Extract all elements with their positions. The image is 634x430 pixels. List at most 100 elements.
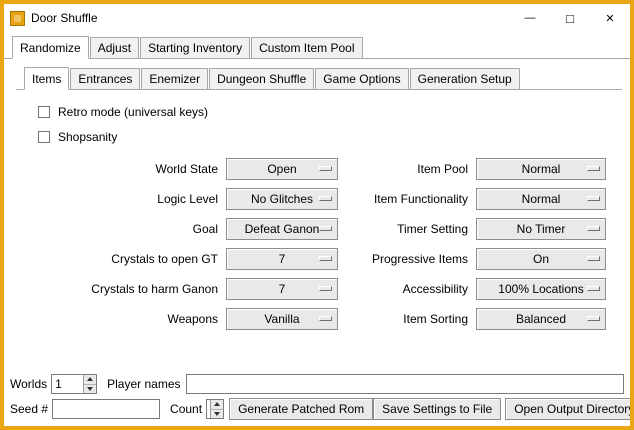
arrow-down-icon xyxy=(87,387,93,391)
weapons-dropdown[interactable]: Vanilla xyxy=(226,308,338,330)
dropdown-indicator-icon xyxy=(319,166,332,171)
tab-items[interactable]: Items xyxy=(24,67,69,90)
worlds-spinner-up[interactable] xyxy=(84,375,96,385)
item-sorting-label: Item Sorting xyxy=(346,312,468,326)
arrow-up-icon xyxy=(87,377,93,381)
item-sorting-value: Balanced xyxy=(516,312,566,326)
window-title: Door Shuffle xyxy=(31,11,98,25)
dropdown-indicator-icon xyxy=(319,196,332,201)
randomize-pane: Items Entrances Enemizer Dungeon Shuffle… xyxy=(16,67,622,334)
worlds-input[interactable] xyxy=(52,375,83,393)
shopsanity-checkbox[interactable] xyxy=(38,131,50,143)
crystals-harm-ganon-dropdown[interactable]: 7 xyxy=(226,278,338,300)
progressive-items-dropdown[interactable]: On xyxy=(476,248,606,270)
shopsanity-label: Shopsanity xyxy=(58,130,117,144)
open-output-directory-button[interactable]: Open Output Directory xyxy=(505,398,634,420)
retro-mode-row: Retro mode (universal keys) xyxy=(38,105,622,119)
item-functionality-label: Item Functionality xyxy=(346,192,468,206)
weapons-label: Weapons xyxy=(46,312,218,326)
goal-dropdown[interactable]: Defeat Ganon xyxy=(226,218,338,240)
accessibility-value: 100% Locations xyxy=(498,282,583,296)
dropdown-indicator-icon xyxy=(319,316,332,321)
weapons-value: Vanilla xyxy=(264,312,299,326)
item-functionality-value: Normal xyxy=(522,192,561,206)
count-spinner xyxy=(206,399,224,419)
worlds-spinner xyxy=(51,374,97,394)
item-sorting-dropdown[interactable]: Balanced xyxy=(476,308,606,330)
timer-setting-value: No Timer xyxy=(517,222,566,236)
count-spinner-arrows xyxy=(210,400,223,418)
world-state-value: Open xyxy=(267,162,296,176)
crystals-open-gt-dropdown[interactable]: 7 xyxy=(226,248,338,270)
arrow-down-icon xyxy=(214,412,220,416)
dropdown-indicator-icon xyxy=(587,226,600,231)
tab-randomize[interactable]: Randomize xyxy=(12,36,89,59)
logic-level-dropdown[interactable]: No Glitches xyxy=(226,188,338,210)
world-state-dropdown[interactable]: Open xyxy=(226,158,338,180)
generate-patched-rom-button[interactable]: Generate Patched Rom xyxy=(229,398,373,420)
timer-setting-label: Timer Setting xyxy=(346,222,468,236)
count-label: Count xyxy=(170,402,202,416)
save-settings-button[interactable]: Save Settings to File xyxy=(373,398,501,420)
item-functionality-dropdown[interactable]: Normal xyxy=(476,188,606,210)
minimize-button[interactable]: — xyxy=(510,4,550,32)
dropdown-indicator-icon xyxy=(587,316,600,321)
window: Door Shuffle — □ ✕ Randomize Adjust Star… xyxy=(0,0,634,430)
count-spinner-up[interactable] xyxy=(211,400,223,410)
tab-game-options[interactable]: Game Options xyxy=(315,68,408,90)
goal-label: Goal xyxy=(46,222,218,236)
player-names-label: Player names xyxy=(107,377,180,391)
close-button[interactable]: ✕ xyxy=(590,4,630,32)
bottom-bar: Worlds Player names Seed # Count xyxy=(4,374,630,426)
dropdown-indicator-icon xyxy=(319,256,332,261)
tab-adjust[interactable]: Adjust xyxy=(90,37,139,59)
tab-dungeon-shuffle[interactable]: Dungeon Shuffle xyxy=(209,68,314,90)
app-icon xyxy=(10,11,25,26)
maximize-button[interactable]: □ xyxy=(550,4,590,32)
dropdown-indicator-icon xyxy=(587,286,600,291)
crystals-open-gt-value: 7 xyxy=(279,252,286,266)
tab-generation-setup[interactable]: Generation Setup xyxy=(410,68,520,90)
worlds-row: Worlds Player names xyxy=(10,374,624,394)
tab-custom-item-pool[interactable]: Custom Item Pool xyxy=(251,37,362,59)
main-tab-bar: Randomize Adjust Starting Inventory Cust… xyxy=(4,36,630,59)
retro-mode-checkbox[interactable] xyxy=(38,106,50,118)
worlds-spinner-down[interactable] xyxy=(84,385,96,394)
worlds-label: Worlds xyxy=(10,377,47,391)
titlebar: Door Shuffle — □ ✕ xyxy=(4,4,630,32)
timer-setting-dropdown[interactable]: No Timer xyxy=(476,218,606,240)
logic-level-label: Logic Level xyxy=(46,192,218,206)
world-state-label: World State xyxy=(46,162,218,176)
dropdown-indicator-icon xyxy=(587,196,600,201)
crystals-open-gt-label: Crystals to open GT xyxy=(46,252,218,266)
tab-enemizer[interactable]: Enemizer xyxy=(141,68,208,90)
dropdown-indicator-icon xyxy=(319,226,332,231)
crystals-harm-ganon-value: 7 xyxy=(279,282,286,296)
item-pool-value: Normal xyxy=(522,162,561,176)
arrow-up-icon xyxy=(214,402,220,406)
accessibility-dropdown[interactable]: 100% Locations xyxy=(476,278,606,300)
seed-row: Seed # Count Generate Patched Rom Save S… xyxy=(10,398,624,420)
count-spinner-down[interactable] xyxy=(211,410,223,419)
item-pool-dropdown[interactable]: Normal xyxy=(476,158,606,180)
tab-starting-inventory[interactable]: Starting Inventory xyxy=(140,37,250,59)
sub-tab-bar: Items Entrances Enemizer Dungeon Shuffle… xyxy=(16,67,622,90)
accessibility-label: Accessibility xyxy=(346,282,468,296)
seed-label: Seed # xyxy=(10,402,48,416)
goal-value: Defeat Ganon xyxy=(245,222,320,236)
options-grid: World State Open Item Pool Normal Logic … xyxy=(46,154,622,334)
worlds-spinner-arrows xyxy=(83,375,96,393)
tab-entrances[interactable]: Entrances xyxy=(70,68,140,90)
seed-input[interactable] xyxy=(52,399,160,419)
shopsanity-row: Shopsanity xyxy=(38,130,622,144)
dropdown-indicator-icon xyxy=(587,256,600,261)
player-names-input[interactable] xyxy=(186,374,625,394)
items-pane: Retro mode (universal keys) Shopsanity W… xyxy=(16,90,622,334)
progressive-items-value: On xyxy=(533,252,549,266)
item-pool-label: Item Pool xyxy=(346,162,468,176)
logic-level-value: No Glitches xyxy=(251,192,313,206)
crystals-harm-ganon-label: Crystals to harm Ganon xyxy=(46,282,218,296)
dropdown-indicator-icon xyxy=(587,166,600,171)
retro-mode-label: Retro mode (universal keys) xyxy=(58,105,208,119)
progressive-items-label: Progressive Items xyxy=(346,252,468,266)
